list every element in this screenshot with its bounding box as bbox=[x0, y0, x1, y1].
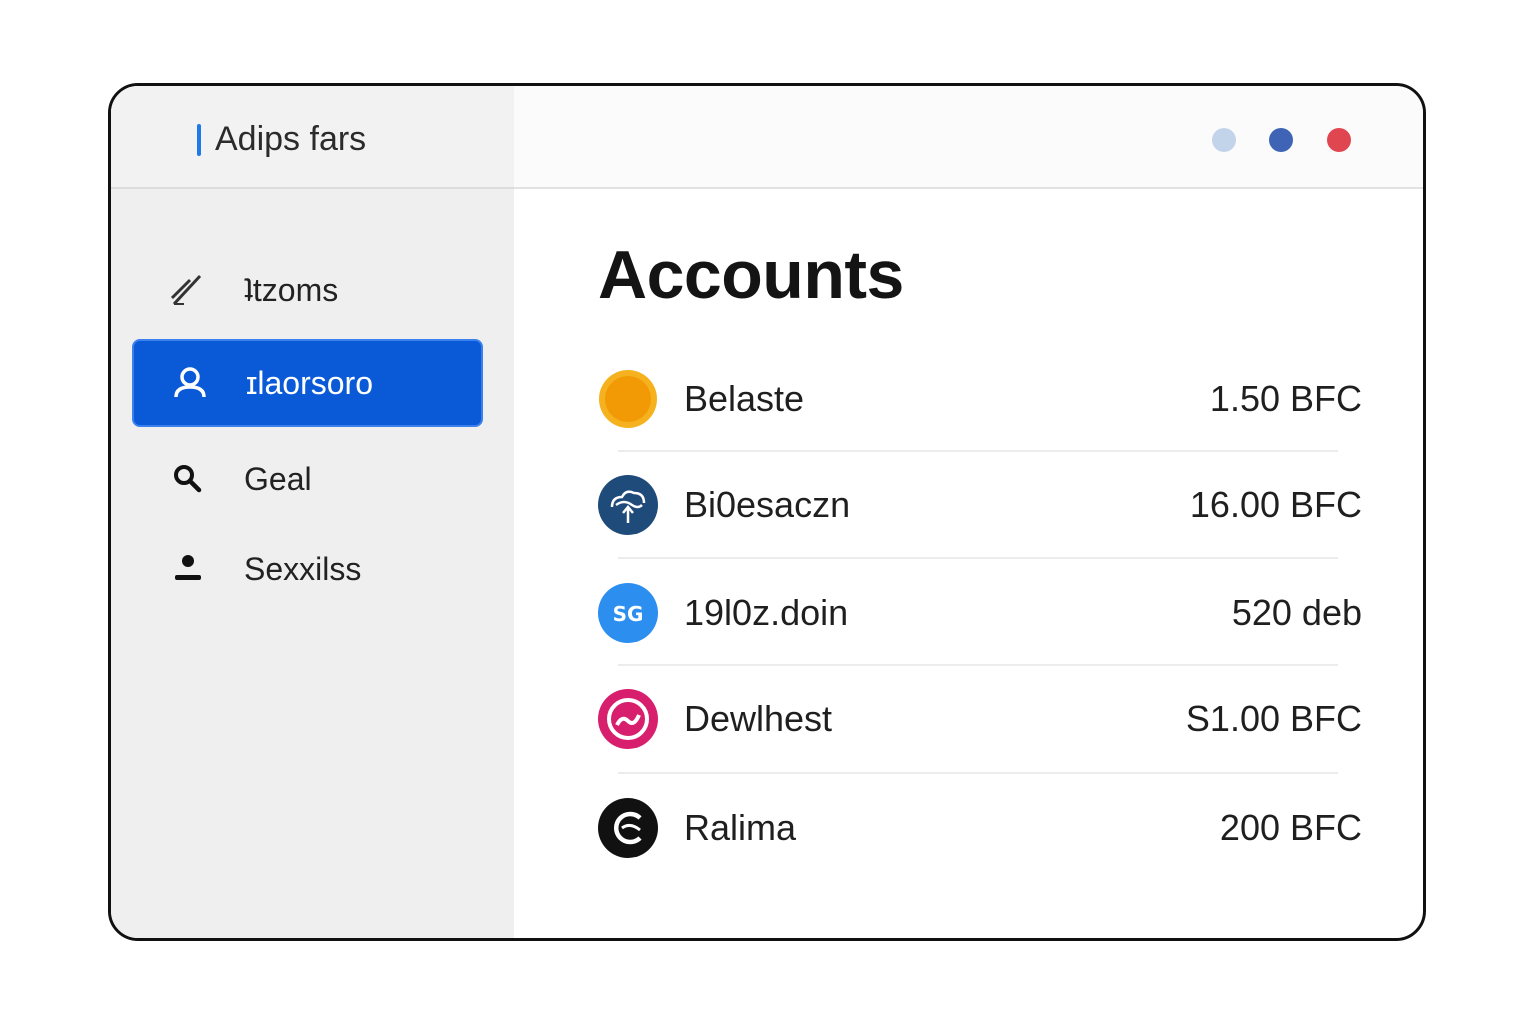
sidebar-item-label: ʇtzoms bbox=[244, 271, 339, 308]
divider bbox=[618, 557, 1338, 559]
account-row[interactable]: Belaste 1.50 BFC bbox=[598, 346, 1362, 452]
swirl-icon bbox=[598, 689, 658, 749]
account-amount: 200 BFC bbox=[1219, 807, 1362, 848]
sidebar-item-4[interactable]: Sexxilss bbox=[132, 525, 483, 613]
account-name: 19l0z.doin bbox=[684, 592, 849, 633]
account-amount: S1.00 BFC bbox=[1185, 698, 1362, 739]
title-bar bbox=[514, 86, 1423, 189]
user-circle-icon bbox=[168, 361, 212, 405]
pen-icon bbox=[166, 268, 210, 312]
sidebar-item-1[interactable]: ʇtzoms bbox=[132, 246, 483, 334]
sidebar-item-label: Geal bbox=[244, 460, 312, 497]
app-window: Adips fars ʇtzoms ɪlaorsoro Geal Sexxils… bbox=[108, 83, 1426, 941]
account-name: Belaste bbox=[684, 378, 805, 419]
account-amount: 1.50 BFC bbox=[1209, 378, 1362, 419]
account-amount: 520 deb bbox=[1231, 592, 1362, 633]
page-title: Accounts bbox=[598, 237, 904, 313]
account-name: Dewlhest bbox=[684, 698, 833, 739]
sidebar-item-2[interactable]: ɪlaorsoro bbox=[132, 339, 483, 427]
c-logo-icon bbox=[598, 798, 658, 858]
sidebar-item-label: ɪlaorsoro bbox=[246, 364, 373, 401]
sg-badge-icon: SG bbox=[598, 583, 658, 643]
account-amount: 16.00 BFC bbox=[1189, 484, 1362, 525]
sidebar-header: Adips fars bbox=[111, 86, 514, 189]
account-row[interactable]: Bi0esaczn 16.00 BFC bbox=[598, 452, 1362, 558]
maximize-button[interactable] bbox=[1269, 128, 1293, 152]
orange-coin-icon bbox=[598, 369, 658, 429]
minimize-button[interactable] bbox=[1212, 128, 1236, 152]
svg-text:SG: SG bbox=[613, 602, 644, 626]
app-logo-icon bbox=[197, 123, 201, 156]
search-icon bbox=[166, 457, 210, 501]
app-title-text: Adips fars bbox=[215, 120, 367, 158]
person-icon bbox=[166, 547, 210, 591]
sidebar-item-label: Sexxilss bbox=[244, 550, 362, 587]
cloud-upload-icon bbox=[598, 475, 658, 535]
close-button[interactable] bbox=[1327, 128, 1351, 152]
sidebar: Adips fars ʇtzoms ɪlaorsoro Geal Sexxils… bbox=[111, 86, 514, 938]
sidebar-item-3[interactable]: Geal bbox=[132, 435, 483, 523]
app-title: Adips fars bbox=[197, 120, 366, 159]
divider bbox=[618, 772, 1338, 774]
account-row[interactable]: Dewlhest S1.00 BFC bbox=[598, 666, 1362, 772]
account-name: Bi0esaczn bbox=[684, 484, 851, 525]
account-row[interactable]: SG 19l0z.doin 520 deb bbox=[598, 560, 1362, 666]
account-name: Ralima bbox=[684, 807, 797, 848]
account-row[interactable]: Ralima 200 BFC bbox=[598, 775, 1362, 881]
